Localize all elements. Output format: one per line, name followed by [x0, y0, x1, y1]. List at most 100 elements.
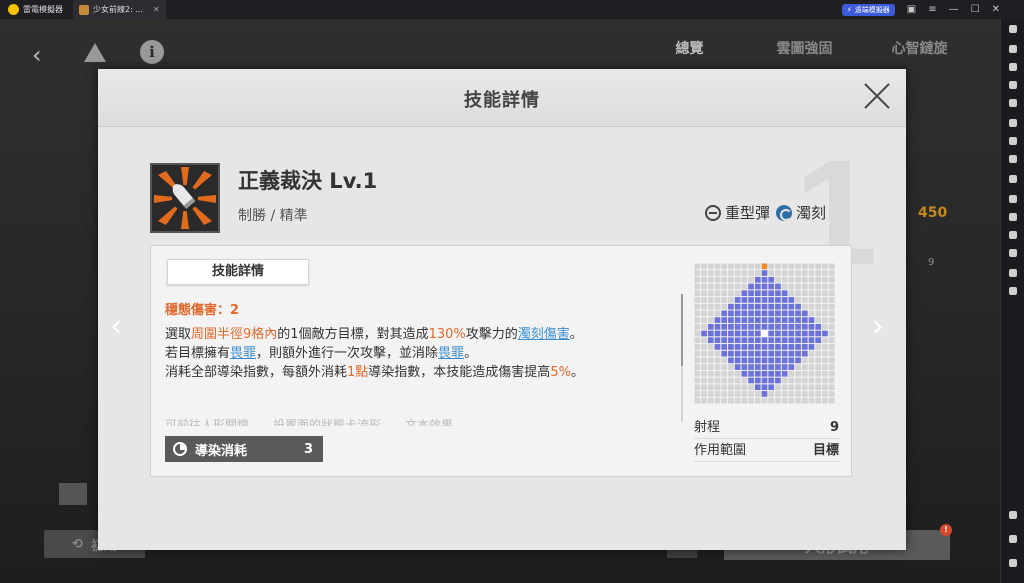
range-grid-cell: [801, 344, 808, 350]
range-grid-cell: [795, 370, 801, 377]
range-grid-cell: [748, 276, 754, 283]
range-grid-cell: [815, 357, 822, 364]
menu-icon[interactable]: ≡: [928, 4, 936, 15]
range-grid-cell: [707, 397, 714, 404]
keyword-guilt-link[interactable]: 畏罪: [230, 346, 256, 361]
description-scrollbar[interactable]: [681, 294, 683, 422]
range-grid-cell: [707, 323, 714, 330]
range-grid-cell: [761, 317, 768, 323]
minimize-icon[interactable]: —: [949, 4, 959, 15]
range-grid-cell: [795, 283, 801, 290]
range-grid-cell: [775, 323, 781, 330]
remote-emulator-button[interactable]: ⚡ 遠端模擬器: [841, 3, 895, 16]
range-grid-cell: [721, 323, 728, 330]
location-icon[interactable]: [1009, 269, 1017, 277]
recent-nav-icon[interactable]: [1009, 559, 1017, 567]
range-grid-cell: [775, 297, 781, 303]
video-record-icon[interactable]: [1009, 195, 1017, 203]
shake-icon[interactable]: [1009, 287, 1017, 295]
range-grid-cell: [815, 344, 822, 350]
tab-close-icon[interactable]: ✕: [153, 5, 160, 14]
operation-record-icon[interactable]: [1009, 119, 1017, 127]
keyword-guilt-link[interactable]: 畏罪: [438, 346, 464, 361]
range-grid-cell: [734, 370, 741, 377]
range-grid-cell: [808, 270, 815, 276]
range-grid-cell: [707, 330, 714, 337]
sync-icon[interactable]: [1009, 231, 1017, 239]
game-tab[interactable]: 少女前線2: ... ✕: [73, 0, 166, 19]
range-grid-cell: [694, 377, 701, 384]
desc-highlight: 130%: [428, 327, 466, 342]
tab-overview[interactable]: 總覽: [632, 35, 747, 63]
range-grid-cell: [828, 364, 835, 370]
range-grid-cell: [701, 364, 707, 370]
range-grid-cell: [775, 357, 781, 364]
back-nav-icon[interactable]: [1009, 511, 1017, 519]
skill-stats: 射程 9 作用範圍 目標: [694, 418, 839, 464]
range-grid-cell: [728, 290, 734, 297]
range-grid-cell: [768, 391, 775, 397]
more-icon[interactable]: [1009, 175, 1017, 183]
window-close-icon[interactable]: ✕: [992, 4, 1000, 15]
settings-icon[interactable]: [1009, 25, 1017, 33]
range-grid-cell: [788, 310, 795, 317]
range-grid-cell: [781, 263, 788, 270]
range-grid-cell: [748, 391, 754, 397]
film-icon[interactable]: [59, 483, 87, 505]
home-nav-icon[interactable]: [1009, 535, 1017, 543]
range-grid-cell: [728, 263, 734, 270]
emulator-app[interactable]: 雷電模擬器: [0, 0, 71, 19]
range-grid-cell: [788, 384, 795, 391]
info-icon[interactable]: i: [140, 40, 164, 64]
prev-skill-arrow-icon[interactable]: ‹: [110, 309, 122, 344]
keyboard-icon[interactable]: [1009, 45, 1017, 53]
faction-triangle-icon[interactable]: [84, 43, 106, 62]
range-grid-cell: [741, 391, 748, 397]
multi-instance-icon[interactable]: [1009, 213, 1017, 221]
keyword-turbid-damage-link[interactable]: 濁刻傷害: [518, 327, 570, 342]
scroll-thumb[interactable]: [681, 294, 683, 366]
range-grid-cell: [788, 357, 795, 364]
range-grid-cell: [768, 357, 775, 364]
tab-mind-helix[interactable]: 心智鏈旋: [862, 35, 977, 63]
screenshot-icon[interactable]: [1009, 155, 1017, 163]
range-grid-cell: [801, 384, 808, 391]
modal-close-icon[interactable]: [862, 81, 892, 111]
range-grid-cell: [721, 317, 728, 323]
range-grid-cell: [707, 276, 714, 283]
next-skill-arrow-icon[interactable]: ›: [872, 309, 884, 344]
range-grid-cell: [801, 310, 808, 317]
range-grid-cell: [728, 364, 734, 370]
details-tab[interactable]: 技能詳情: [167, 259, 309, 285]
folder-icon[interactable]: [1009, 249, 1017, 257]
range-grid-cell: [748, 323, 754, 330]
range-grid-cell: [741, 323, 748, 330]
range-grid-cell: [714, 263, 721, 270]
range-grid-cell: [768, 350, 775, 357]
range-grid-cell: [788, 337, 795, 344]
range-grid-cell: [795, 337, 801, 344]
fullscreen-icon[interactable]: [1009, 99, 1017, 107]
account-icon[interactable]: ▣: [907, 4, 916, 15]
range-grid-cell: [734, 297, 741, 303]
apk-install-icon[interactable]: [1009, 137, 1017, 145]
maximize-icon[interactable]: ☐: [971, 4, 980, 15]
range-grid-cell: [728, 370, 734, 377]
back-arrow-icon[interactable]: ‹: [32, 41, 42, 69]
range-grid-cell: [822, 364, 828, 370]
range-grid-cell: [701, 323, 707, 330]
range-grid-cell: [714, 344, 721, 350]
range-grid-cell: [707, 377, 714, 384]
range-grid-cell: [748, 370, 754, 377]
range-grid-cell: [748, 310, 754, 317]
range-grid-cell: [801, 290, 808, 297]
range-grid-cell: [768, 323, 775, 330]
volume-down-icon[interactable]: [1009, 81, 1017, 89]
range-grid-cell: [734, 391, 741, 397]
range-grid-cell: [714, 337, 721, 344]
volume-up-icon[interactable]: [1009, 63, 1017, 71]
range-grid-cell: [808, 283, 815, 290]
modal-title: 技能詳情: [464, 90, 540, 111]
range-grid-cell: [768, 344, 775, 350]
tab-cloud-reinforce[interactable]: 雲圖強固: [747, 35, 862, 63]
